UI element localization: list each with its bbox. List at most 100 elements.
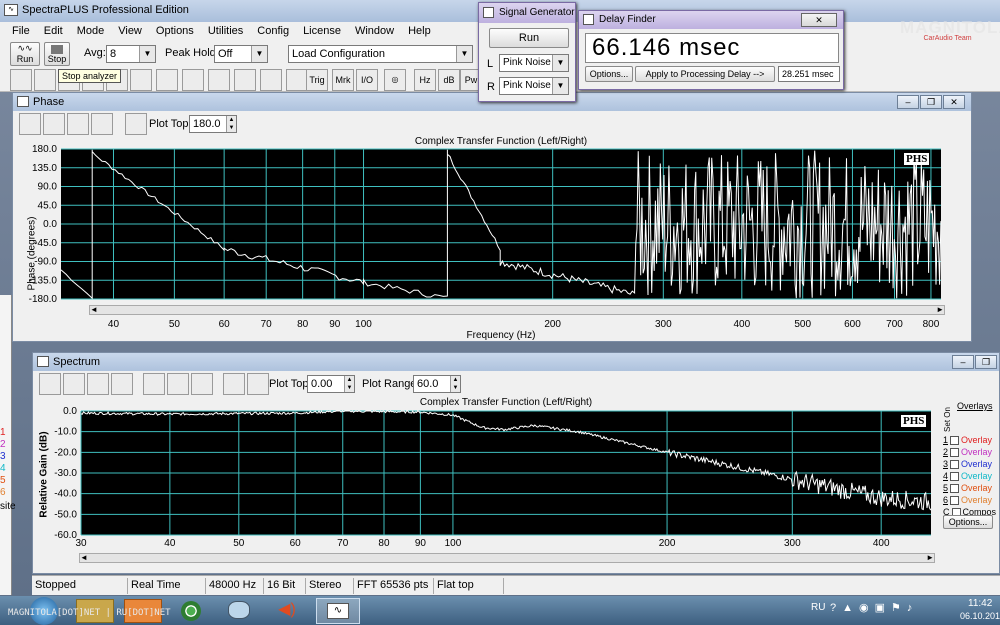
load-configuration-select[interactable]: Load Configuration ▼ bbox=[288, 45, 473, 63]
overlay-checkbox[interactable] bbox=[950, 496, 960, 506]
sine-icon[interactable] bbox=[156, 69, 178, 91]
3d-icon[interactable] bbox=[208, 69, 230, 91]
delay-options-button[interactable]: Options... bbox=[585, 66, 633, 82]
signal-generator-title-bar: Signal Generator bbox=[479, 3, 575, 23]
phase-y-tick: 90.0 bbox=[38, 182, 58, 193]
language-indicator[interactable]: RU bbox=[811, 602, 825, 613]
network-icon[interactable]: ▣ bbox=[875, 602, 891, 614]
overlay-row[interactable]: 5 Overlay bbox=[943, 483, 996, 495]
spectrum-x-tick: 80 bbox=[378, 538, 390, 549]
overlay-row[interactable]: 2 Overlay bbox=[943, 447, 996, 459]
scroll-right-icon[interactable]: ► bbox=[936, 305, 944, 314]
spectrum-window: Spectrum ‒ ❐ Plot Top: 0.00 ▲ ▼ Plot Range:… bbox=[32, 352, 1000, 574]
menu-item-file[interactable]: File bbox=[12, 25, 30, 37]
menu-item-help[interactable]: Help bbox=[408, 25, 431, 37]
flag-icon[interactable]: ⚑ bbox=[891, 602, 907, 614]
menu-item-options[interactable]: Options bbox=[156, 25, 194, 37]
overlay-checkbox[interactable] bbox=[950, 472, 960, 482]
waveform-icon[interactable] bbox=[130, 69, 152, 91]
help-icon[interactable]: ? bbox=[830, 602, 842, 614]
clock-time[interactable]: 11:42 bbox=[968, 598, 992, 609]
taskbar-watermark: MAGNITOLA[DOT]NET | RU[DOT]NET bbox=[8, 608, 171, 618]
volume-icon[interactable]: ♪ bbox=[907, 602, 919, 614]
spectrum-x-tick: 50 bbox=[233, 538, 245, 549]
run-button[interactable]: ∿∿ Run bbox=[10, 42, 40, 66]
scroll-left-icon[interactable]: ◄ bbox=[90, 305, 98, 314]
menu-item-license[interactable]: License bbox=[303, 25, 341, 37]
spectrum-plot: 0.0 -10.0 -20.0 -30.0 -40.0 -50.0 -60.030 40 50 6… bbox=[54, 406, 932, 549]
spectrum-scrollbar[interactable]: ◄ ► bbox=[79, 553, 935, 563]
overlay-checkbox[interactable] bbox=[950, 460, 960, 470]
peak-hold-label: Peak Hold: bbox=[165, 47, 219, 59]
overlay-row[interactable]: 4 Overlay bbox=[943, 471, 996, 483]
menu-item-config[interactable]: Config bbox=[257, 25, 289, 37]
toolbar-hz-button[interactable]: Hz bbox=[414, 69, 436, 91]
delay-finder-icon bbox=[583, 14, 594, 25]
clock-date[interactable]: 06.10.201 bbox=[960, 611, 1000, 621]
spectrum-phs-badge: PHS bbox=[901, 415, 927, 427]
axis-icon[interactable] bbox=[260, 69, 282, 91]
taskbar-speaker-icon[interactable]: ◀) bbox=[268, 599, 306, 623]
channel-r-select[interactable]: Pink Noise ▼ bbox=[499, 77, 569, 95]
menu-item-utilities[interactable]: Utilities bbox=[208, 25, 243, 37]
overlay-row[interactable]: 1 Overlay bbox=[943, 435, 996, 447]
menu-item-edit[interactable]: Edit bbox=[44, 25, 63, 37]
phase-y-tick: -180.0 bbox=[29, 294, 58, 305]
scroll-left-icon[interactable]: ◄ bbox=[80, 553, 88, 562]
generator-icon[interactable]: ◎ bbox=[384, 69, 406, 91]
toolbar-trig-button[interactable]: Trig bbox=[306, 69, 328, 91]
meter-icon[interactable] bbox=[286, 69, 308, 91]
taskbar-chrome-icon[interactable] bbox=[172, 599, 210, 623]
stop-button[interactable]: Stop bbox=[44, 42, 70, 66]
avg-select[interactable]: 8 ▼ bbox=[106, 45, 156, 63]
taskbar-paint-icon[interactable] bbox=[220, 599, 258, 623]
overlay-checkbox[interactable] bbox=[950, 448, 960, 458]
overlays-panel: Overlays Set On 1 Overlay 2 Overlay 3 Overlay… bbox=[939, 397, 1000, 547]
chevron-down-icon: ▼ bbox=[552, 78, 568, 94]
table-icon[interactable] bbox=[234, 69, 256, 91]
delay-finder-window: Delay Finder ✕ 66.146 msec Options... Ap… bbox=[578, 10, 844, 90]
phase-scrollbar[interactable]: ◄ ► bbox=[89, 305, 945, 315]
spectrum-x-tick: 100 bbox=[445, 538, 462, 549]
signal-generator-icon bbox=[483, 7, 494, 18]
open-file-icon[interactable] bbox=[34, 69, 56, 91]
signal-generator-title: Signal Generator bbox=[499, 7, 575, 18]
phase-y-tick: -45.0 bbox=[34, 238, 57, 249]
overlay-options-button[interactable]: Options... bbox=[943, 515, 993, 529]
spectrum-y-tick: -40.0 bbox=[54, 489, 77, 500]
status-field: Real Time bbox=[128, 578, 206, 594]
apply-to-processing-delay-button[interactable]: Apply to Processing Delay --> bbox=[635, 66, 775, 82]
arrow-up-icon[interactable]: ▲ bbox=[842, 602, 859, 614]
peak-hold-select[interactable]: Off ▼ bbox=[214, 45, 268, 63]
menu-item-mode[interactable]: Mode bbox=[77, 25, 105, 37]
spectrum-y-tick: 0.0 bbox=[63, 406, 77, 417]
processing-delay-field[interactable]: 28.251 msec bbox=[778, 66, 840, 82]
spectrum-x-tick: 400 bbox=[873, 538, 890, 549]
run-wave-icon: ∿∿ bbox=[17, 43, 33, 53]
signal-generator-run-button[interactable]: Run bbox=[489, 28, 569, 48]
overlay-row[interactable]: 6 Overlay bbox=[943, 495, 996, 507]
chevron-down-icon: ▼ bbox=[552, 55, 568, 71]
scroll-right-icon[interactable]: ► bbox=[926, 553, 934, 562]
overlay-checkbox[interactable] bbox=[950, 484, 960, 494]
close-icon[interactable]: ✕ bbox=[801, 13, 837, 27]
spectrum-x-tick: 90 bbox=[415, 538, 427, 549]
menu-item-window[interactable]: Window bbox=[355, 25, 394, 37]
new-file-icon[interactable] bbox=[10, 69, 32, 91]
toolbar-db-button[interactable]: dB bbox=[438, 69, 460, 91]
menu-item-view[interactable]: View bbox=[118, 25, 142, 37]
delay-value-display: 66.146 msec bbox=[585, 33, 839, 63]
delay-finder-title: Delay Finder bbox=[599, 14, 656, 25]
toolbar-mrk-button[interactable]: Mrk bbox=[332, 69, 354, 91]
spectrum-y-tick: -30.0 bbox=[54, 468, 77, 479]
overlay-checkbox[interactable] bbox=[950, 436, 960, 446]
toolbar-io-button[interactable]: I/O bbox=[356, 69, 378, 91]
channel-l-select[interactable]: Pink Noise ▼ bbox=[499, 54, 569, 72]
spectrum-x-tick: 70 bbox=[337, 538, 349, 549]
spectrogram-icon[interactable] bbox=[182, 69, 204, 91]
menu-items: File Edit Mode View Options Utilities Config Li… bbox=[12, 25, 445, 37]
overlay-row[interactable]: 3 Overlay bbox=[943, 459, 996, 471]
status-field: Flat top bbox=[434, 578, 504, 594]
browser-tray-icon[interactable]: ◉ bbox=[859, 602, 875, 614]
taskbar-spectraplus-icon[interactable]: ∿ bbox=[316, 598, 360, 624]
